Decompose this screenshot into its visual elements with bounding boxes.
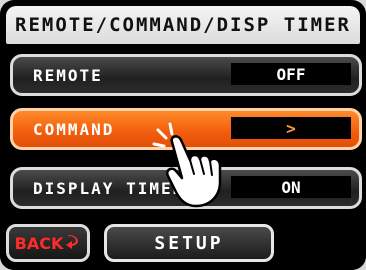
remote-value: OFF [231, 63, 351, 85]
command-value: > [231, 117, 351, 139]
setup-button[interactable]: SETUP [104, 224, 274, 262]
remote-row[interactable]: REMOTE OFF [10, 54, 362, 96]
back-button[interactable]: BACK [6, 224, 90, 262]
back-label: BACK [14, 233, 64, 253]
radio-screen: REMOTE/COMMAND/DISP TIMER REMOTE OFF COM… [0, 0, 366, 270]
display-timer-value: ON [231, 176, 351, 198]
pointing-hand-icon [152, 122, 222, 208]
return-arrow-icon [66, 235, 79, 249]
setup-label: SETUP [154, 232, 224, 254]
page-title-text: REMOTE/COMMAND/DISP TIMER [15, 14, 351, 36]
page-title: REMOTE/COMMAND/DISP TIMER [6, 6, 360, 44]
remote-label: REMOTE [33, 65, 103, 85]
command-label: COMMAND [33, 119, 115, 139]
